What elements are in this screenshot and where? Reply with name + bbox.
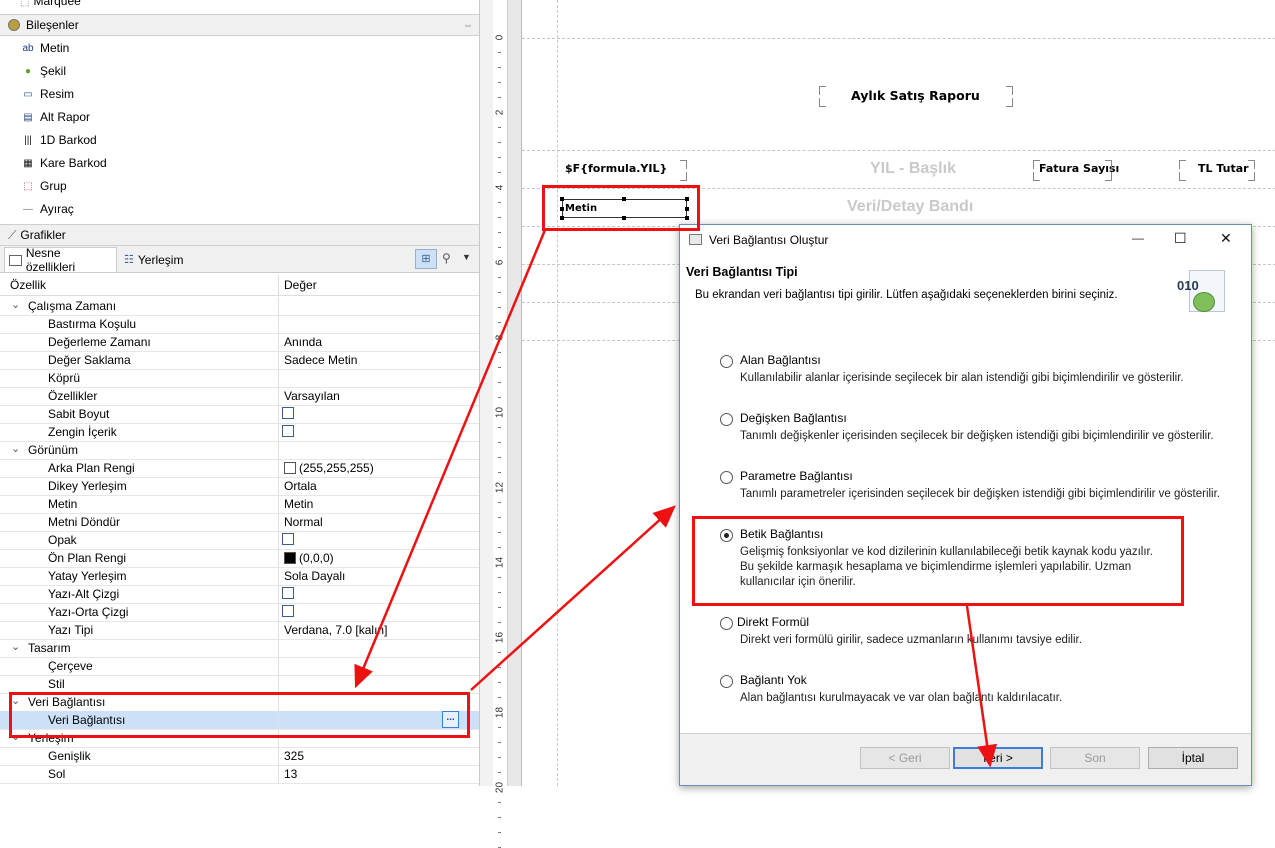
arrow-to-data-binding-row bbox=[354, 229, 547, 689]
arrow-to-next-button bbox=[965, 605, 998, 768]
ruler-tick bbox=[498, 832, 501, 833]
annotation-arrows bbox=[354, 229, 998, 768]
ruler-tick bbox=[498, 817, 501, 818]
ruler-tick bbox=[498, 802, 501, 803]
arrow-to-dialog bbox=[470, 505, 676, 691]
